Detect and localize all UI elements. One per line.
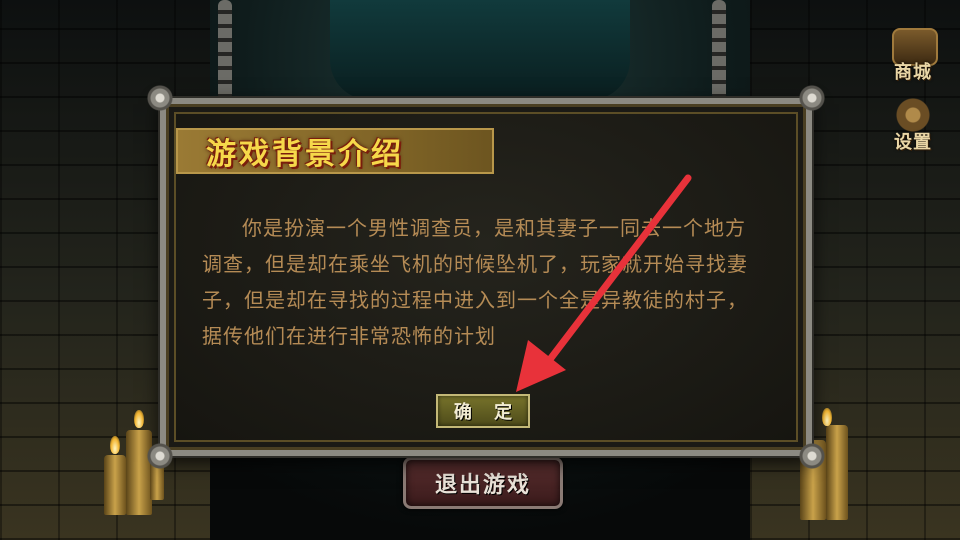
corner-rivet-icon <box>146 84 174 112</box>
exit-game-button[interactable]: 退出游戏 <box>403 457 563 509</box>
shop-button[interactable]: 商城 <box>884 26 942 84</box>
settings-label: 设置 <box>894 132 932 153</box>
background-archway <box>330 0 630 100</box>
hanging-chain-right <box>712 0 726 100</box>
shop-label: 商城 <box>894 62 932 83</box>
candle-flame-icon <box>134 410 144 428</box>
corner-rivet-icon <box>798 84 826 112</box>
candle <box>826 425 848 520</box>
candle <box>104 455 126 515</box>
dialog-panel: 游戏背景介绍 你是扮演一个男性调查员，是和其妻子一同去一个地方调查，但是却在乘坐… <box>174 112 798 442</box>
corner-rivet-icon <box>798 442 826 470</box>
candle-flame-icon <box>822 408 832 426</box>
gear-icon <box>892 98 934 132</box>
dialog-title-bar: 游戏背景介绍 <box>176 128 494 174</box>
hanging-chain-left <box>218 0 232 100</box>
settings-button[interactable]: 设置 <box>884 96 942 154</box>
candle-flame-icon <box>110 436 120 454</box>
game-screen: 商城 设置 退出游戏 游戏背景介绍 你是扮演一个男性调查员，是和其妻子一同去一个… <box>0 0 960 540</box>
candle <box>126 430 152 515</box>
confirm-button[interactable]: 确 定 <box>436 394 530 428</box>
dialog-body-text: 你是扮演一个男性调查员，是和其妻子一同去一个地方调查，但是却在乘坐飞机的时候坠机… <box>202 216 748 348</box>
background-intro-dialog: 游戏背景介绍 你是扮演一个男性调查员，是和其妻子一同去一个地方调查，但是却在乘坐… <box>146 84 826 470</box>
dialog-title: 游戏背景介绍 <box>206 137 404 172</box>
corner-rivet-icon <box>146 442 174 470</box>
